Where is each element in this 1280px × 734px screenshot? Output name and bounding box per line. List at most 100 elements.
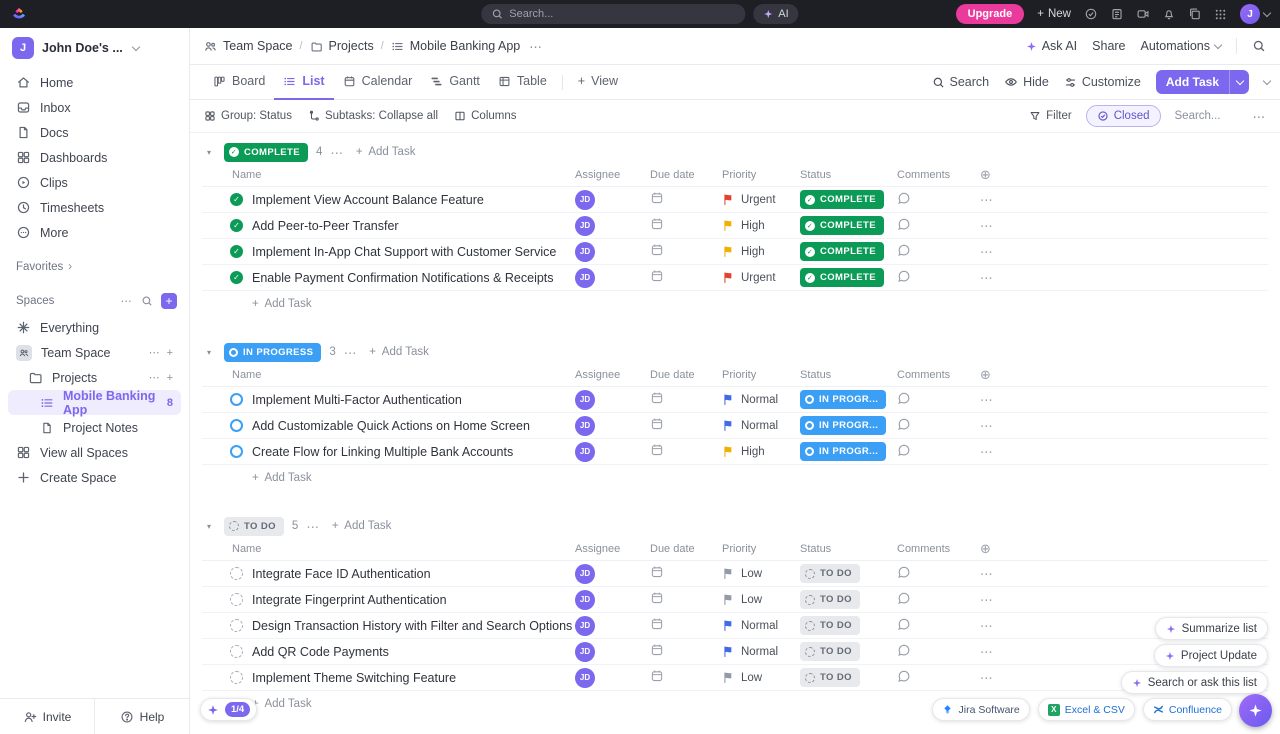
- column-header-assignee[interactable]: Assignee: [575, 543, 650, 555]
- task-inprogress-icon[interactable]: [230, 419, 243, 432]
- column-header-due-date[interactable]: Due date: [650, 369, 722, 381]
- sidebar-item-mobile-banking-app[interactable]: Mobile Banking App 8: [8, 390, 181, 415]
- status-badge[interactable]: IN PROGR...: [800, 416, 886, 435]
- column-header-comments[interactable]: Comments: [897, 369, 980, 381]
- task-menu-icon[interactable]: ⋯: [980, 192, 1020, 207]
- sidebar-item-projects[interactable]: Projects ⋯ +: [8, 365, 181, 390]
- sidebar-item-more[interactable]: More: [8, 220, 181, 245]
- task-row[interactable]: Integrate Fingerprint AuthenticationJDLo…: [202, 587, 1268, 613]
- spaces-search-icon[interactable]: [141, 295, 153, 307]
- assignee-avatar[interactable]: JD: [575, 564, 595, 584]
- comments-cell[interactable]: [897, 269, 980, 286]
- assignee-avatar[interactable]: JD: [575, 190, 595, 210]
- status-badge[interactable]: TO DO: [800, 616, 860, 635]
- task-todo-icon[interactable]: [230, 567, 243, 580]
- ai-button[interactable]: AI: [753, 4, 798, 24]
- column-header-due-date[interactable]: Due date: [650, 169, 722, 181]
- task-row[interactable]: Integrate Face ID AuthenticationJDLowTO …: [202, 561, 1268, 587]
- column-header-name[interactable]: Name: [202, 543, 575, 555]
- due-date-cell[interactable]: [650, 565, 722, 582]
- priority-cell[interactable]: Low: [722, 567, 800, 580]
- sidebar-item-project-notes[interactable]: Project Notes: [8, 415, 181, 440]
- task-menu-icon[interactable]: ⋯: [980, 644, 1020, 659]
- task-name[interactable]: Implement Theme Switching Feature: [252, 671, 456, 685]
- status-badge[interactable]: TO DO: [800, 590, 860, 609]
- ai-assistant-button[interactable]: [1239, 694, 1272, 727]
- due-date-cell[interactable]: [650, 591, 722, 608]
- check-circle-icon[interactable]: [1084, 7, 1098, 21]
- due-date-cell[interactable]: [650, 217, 722, 234]
- due-date-cell[interactable]: [650, 269, 722, 286]
- column-header-name[interactable]: Name: [202, 169, 575, 181]
- task-menu-icon[interactable]: ⋯: [980, 218, 1020, 233]
- task-menu-icon[interactable]: ⋯: [980, 618, 1020, 633]
- task-row[interactable]: Implement Multi-Factor AuthenticationJDN…: [202, 387, 1268, 413]
- task-row[interactable]: Add QR Code PaymentsJDNormalTO DO⋯: [202, 639, 1268, 665]
- status-badge[interactable]: ✓COMPLETE: [800, 190, 884, 209]
- task-complete-icon[interactable]: ✓: [230, 193, 243, 206]
- assignee-avatar[interactable]: JD: [575, 590, 595, 610]
- breadcrumb-menu-icon[interactable]: ⋯: [529, 39, 543, 54]
- ask-ai-button[interactable]: Ask AI: [1026, 39, 1077, 53]
- apps-grid-icon[interactable]: [1214, 8, 1227, 21]
- status-badge[interactable]: ✓COMPLETE: [800, 242, 884, 261]
- priority-cell[interactable]: Normal: [722, 393, 800, 406]
- assignee-avatar[interactable]: JD: [575, 616, 595, 636]
- assignee-avatar[interactable]: JD: [575, 416, 595, 436]
- sidebar-item-docs[interactable]: Docs: [8, 120, 181, 145]
- assignee-avatar[interactable]: JD: [575, 242, 595, 262]
- task-inprogress-icon[interactable]: [230, 393, 243, 406]
- workspace-switcher[interactable]: J John Doe's ...: [0, 28, 189, 68]
- user-menu[interactable]: J: [1240, 4, 1270, 24]
- task-row[interactable]: ✓Enable Payment Confirmation Notificatio…: [202, 265, 1268, 291]
- confluence-button[interactable]: Confluence: [1143, 698, 1232, 721]
- add-column-button[interactable]: ⊕: [980, 367, 991, 382]
- hide-button[interactable]: Hide: [1004, 75, 1049, 89]
- toolbar-menu-icon[interactable]: ⋯: [1253, 109, 1267, 124]
- global-search-input[interactable]: Search...: [481, 4, 745, 24]
- group-menu-icon[interactable]: ⋯: [344, 345, 358, 360]
- comments-cell[interactable]: [897, 643, 980, 660]
- comments-cell[interactable]: [897, 617, 980, 634]
- due-date-cell[interactable]: [650, 243, 722, 260]
- collapse-header-icon[interactable]: [1263, 76, 1271, 84]
- sidebar-item-clips[interactable]: Clips: [8, 170, 181, 195]
- task-todo-icon[interactable]: [230, 645, 243, 658]
- filter-button[interactable]: Filter: [1029, 110, 1072, 122]
- task-todo-icon[interactable]: [230, 671, 243, 684]
- assignee-avatar[interactable]: JD: [575, 268, 595, 288]
- task-menu-icon[interactable]: ⋯: [980, 444, 1020, 459]
- team-space-menu-icon[interactable]: ⋯: [149, 346, 160, 359]
- priority-cell[interactable]: Urgent: [722, 271, 800, 284]
- task-row[interactable]: Implement Theme Switching FeatureJDLowTO…: [202, 665, 1268, 691]
- column-header-assignee[interactable]: Assignee: [575, 369, 650, 381]
- column-header-priority[interactable]: Priority: [722, 543, 800, 555]
- priority-cell[interactable]: Normal: [722, 619, 800, 632]
- task-row[interactable]: ✓Implement In-App Chat Support with Cust…: [202, 239, 1268, 265]
- task-row[interactable]: ✓Add Peer-to-Peer TransferJDHigh✓COMPLET…: [202, 213, 1268, 239]
- column-header-priority[interactable]: Priority: [722, 369, 800, 381]
- collapse-group-icon[interactable]: ▾: [202, 348, 216, 357]
- favorites-section[interactable]: Favorites ›: [0, 261, 189, 273]
- task-menu-icon[interactable]: ⋯: [980, 270, 1020, 285]
- header-search-icon[interactable]: [1252, 39, 1266, 53]
- comments-cell[interactable]: [897, 669, 980, 686]
- excel-csv-button[interactable]: X Excel & CSV: [1038, 698, 1135, 721]
- tab-list[interactable]: List: [274, 65, 333, 100]
- task-complete-icon[interactable]: ✓: [230, 245, 243, 258]
- task-row[interactable]: Create Flow for Linking Multiple Bank Ac…: [202, 439, 1268, 465]
- subtasks-button[interactable]: Subtasks: Collapse all: [308, 110, 438, 122]
- group-status-badge[interactable]: ✓COMPLETE: [224, 143, 308, 162]
- comments-cell[interactable]: [897, 391, 980, 408]
- task-complete-icon[interactable]: ✓: [230, 271, 243, 284]
- spaces-menu-icon[interactable]: ⋯: [121, 294, 134, 308]
- assignee-avatar[interactable]: JD: [575, 216, 595, 236]
- sidebar-item-view-all-spaces[interactable]: View all Spaces: [8, 440, 181, 465]
- group-add-task-button[interactable]: + Add Task: [356, 146, 416, 158]
- notepad-icon[interactable]: [1110, 7, 1124, 21]
- sidebar-item-home[interactable]: Home: [8, 70, 181, 95]
- customize-button[interactable]: Customize: [1064, 75, 1141, 89]
- task-menu-icon[interactable]: ⋯: [980, 592, 1020, 607]
- comments-cell[interactable]: [897, 565, 980, 582]
- breadcrumb-mobile-banking-app[interactable]: Mobile Banking App: [391, 39, 521, 53]
